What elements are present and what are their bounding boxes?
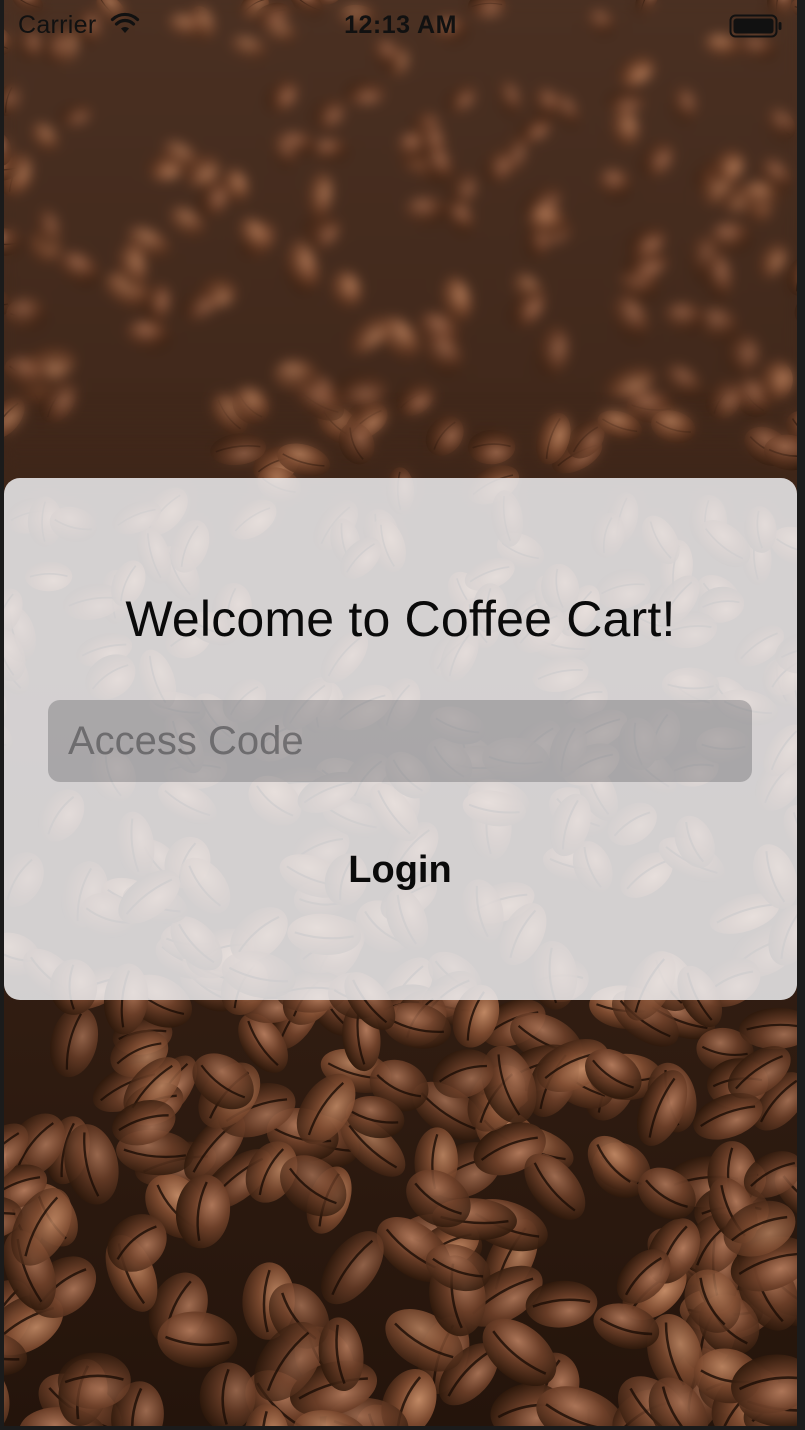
battery-full-icon — [729, 14, 783, 38]
login-card: Welcome to Coffee Cart! Login — [4, 478, 797, 1000]
background-blur-overlay — [4, 0, 797, 560]
status-time: 12:13 AM — [344, 11, 457, 39]
status-bar: Carrier 12:13 AM — [4, 0, 797, 52]
welcome-title: Welcome to Coffee Cart! — [125, 591, 676, 647]
app-screen: Carrier 12:13 AM Welcome to Coffee Cart!… — [4, 0, 797, 1426]
login-button[interactable]: Login — [300, 838, 500, 902]
access-code-input[interactable] — [48, 700, 752, 782]
